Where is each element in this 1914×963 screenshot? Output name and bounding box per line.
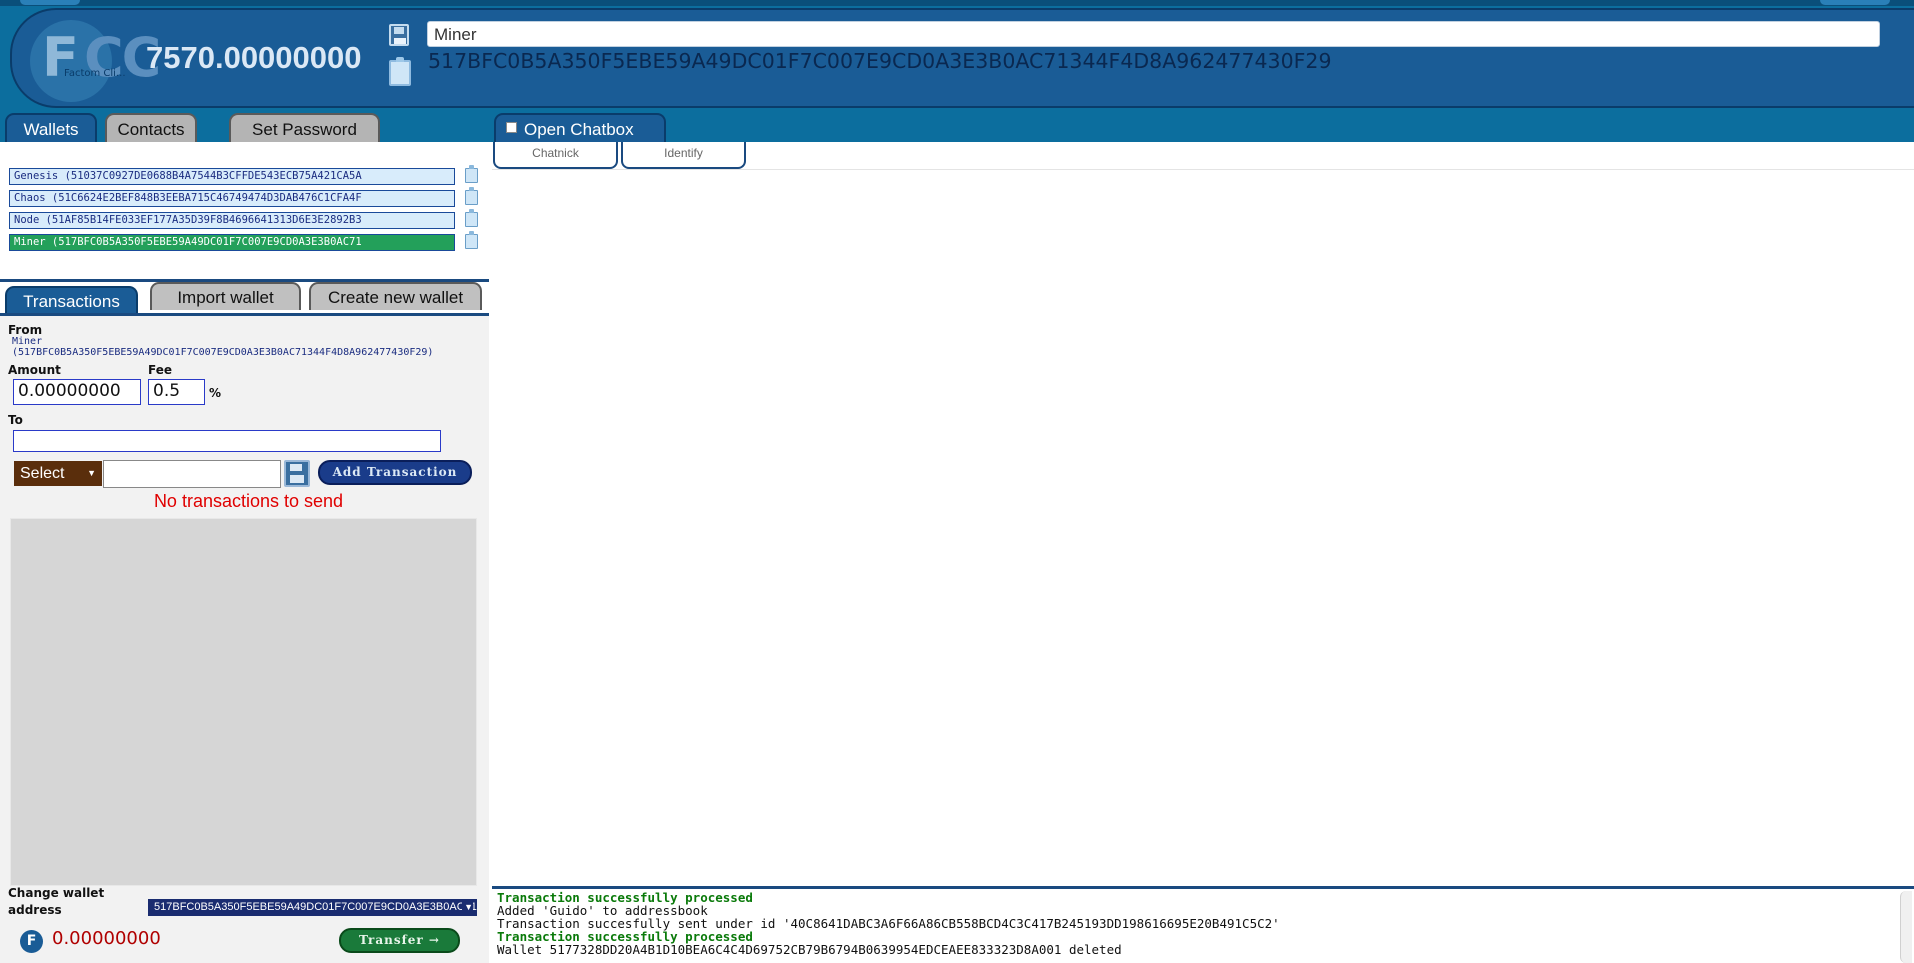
log-line: Wallet 5177328DD20A4B1D10BEA6C4C4D69752C… bbox=[497, 942, 1122, 957]
tab-contacts[interactable]: Contacts bbox=[105, 113, 197, 142]
change-wallet-label-line1: Change wallet bbox=[8, 886, 105, 900]
change-wallet-label-line2: address bbox=[8, 903, 62, 917]
fee-input[interactable]: 0.5 bbox=[148, 379, 205, 405]
dropdown-arrow-icon: ▼ bbox=[87, 468, 96, 478]
dropdown-arrow-icon: ▼ bbox=[462, 899, 473, 916]
clipboard-icon[interactable] bbox=[465, 165, 478, 183]
tab-transactions[interactable]: Transactions bbox=[5, 286, 138, 314]
wallet-name-input[interactable]: Miner bbox=[427, 21, 1880, 47]
factoid-coin-icon: F bbox=[20, 930, 43, 953]
tab-set-password[interactable]: Set Password bbox=[229, 113, 380, 142]
tab-wallets[interactable]: Wallets bbox=[5, 113, 97, 142]
to-address-input[interactable] bbox=[13, 430, 441, 452]
change-wallet-label: Change wallet address bbox=[8, 885, 104, 919]
clipboard-icon[interactable] bbox=[465, 231, 478, 249]
fee-label: Fee bbox=[148, 363, 172, 377]
contact-select-label: Select bbox=[20, 465, 65, 482]
fee-unit: % bbox=[209, 386, 222, 400]
to-label: To bbox=[8, 413, 23, 427]
log-line: Transaction successfully processed bbox=[497, 890, 753, 905]
change-wallet-select[interactable]: 517BFC0B5A350F5EBE59A49DC01F7C007E9CD0A3… bbox=[148, 899, 477, 916]
no-transactions-message: No transactions to send bbox=[153, 491, 344, 511]
from-label: From bbox=[8, 323, 43, 337]
chat-divider bbox=[492, 169, 1914, 170]
transaction-list bbox=[10, 518, 477, 886]
clipboard-icon[interactable] bbox=[389, 57, 411, 86]
wallet-item-node[interactable]: Node (51AF85B14FE033EF177A35D39F8B469664… bbox=[9, 212, 455, 229]
add-transaction-button[interactable]: Add Transaction bbox=[318, 460, 472, 485]
header-top-strip bbox=[0, 0, 1914, 6]
status-log: Transaction successfully processed Added… bbox=[492, 886, 1914, 963]
contact-select[interactable]: Select ▼ bbox=[14, 461, 102, 486]
tab-import-wallet[interactable]: Import wallet bbox=[150, 282, 301, 310]
wallet-address: 517BFC0B5A350F5EBE59A49DC01F7C007E9CD0A3… bbox=[428, 49, 1332, 73]
chat-area bbox=[492, 142, 1914, 963]
from-wallet-address: (517BFC0B5A350F5EBE59A49DC01F7C007E9CD0A… bbox=[12, 347, 434, 358]
header-left-tab[interactable] bbox=[20, 0, 80, 5]
transfer-button[interactable]: Transfer → bbox=[339, 928, 460, 953]
amount-input[interactable]: 0.00000000 bbox=[13, 379, 141, 405]
contact-address-input[interactable] bbox=[103, 460, 281, 488]
tab-open-chatbox[interactable]: Open Chatbox bbox=[494, 113, 666, 142]
header-right-tab[interactable] bbox=[1820, 0, 1890, 5]
logo-f-letter: F bbox=[42, 26, 79, 89]
save-contact-icon[interactable] bbox=[284, 460, 310, 487]
wallet-item-miner[interactable]: Miner (517BFC0B5A350F5EBE59A49DC01F7C007… bbox=[9, 234, 455, 251]
from-wallet-name: Miner bbox=[12, 336, 43, 347]
app-window: F CC Factom Cli... 7570.00000000 Miner 5… bbox=[0, 0, 1914, 963]
log-scrollbar[interactable] bbox=[1900, 891, 1912, 963]
transaction-total: 0.00000000 bbox=[52, 928, 161, 949]
identify-button[interactable]: Identify bbox=[621, 142, 746, 169]
chatnick-button[interactable]: Chatnick bbox=[493, 142, 618, 169]
total-balance: 7570.00000000 bbox=[146, 40, 362, 75]
save-icon[interactable] bbox=[389, 24, 409, 46]
amount-label: Amount bbox=[8, 363, 61, 377]
clipboard-icon[interactable] bbox=[465, 209, 478, 227]
clipboard-icon[interactable] bbox=[465, 187, 478, 205]
wallet-item-genesis[interactable]: Genesis (51037C0927DE0688B4A7544B3CFFDE5… bbox=[9, 168, 455, 185]
change-wallet-value: 517BFC0B5A350F5EBE59A49DC01F7C007E9CD0A3… bbox=[154, 901, 477, 913]
chatbox-checkbox[interactable] bbox=[506, 122, 517, 133]
tab-create-new-wallet[interactable]: Create new wallet bbox=[309, 282, 482, 310]
wallet-item-chaos[interactable]: Chaos (51C6624E2BEF848B3EEBA715C46749474… bbox=[9, 190, 455, 207]
logo-subtitle: Factom Cli... bbox=[64, 68, 126, 79]
